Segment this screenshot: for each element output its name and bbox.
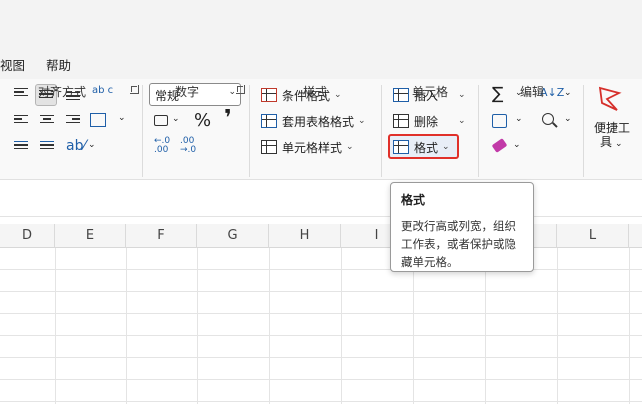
- align-center-icon[interactable]: [40, 115, 54, 127]
- alignment-group-label: 对齐方式: [38, 85, 87, 99]
- separator: [249, 85, 250, 177]
- menu-help[interactable]: 帮助: [46, 55, 71, 74]
- currency-icon[interactable]: [154, 115, 168, 126]
- styles-group-label: 样式: [303, 85, 328, 99]
- merge-center-icon[interactable]: [90, 113, 106, 127]
- formula-bar[interactable]: [0, 181, 642, 217]
- decrease-indent-icon[interactable]: [14, 141, 28, 153]
- currency-dropdown-icon[interactable]: ⌄: [172, 114, 180, 124]
- conditional-format-button[interactable]: 条件格式 ⌄: [261, 84, 342, 106]
- cells-group-label: 单元格: [412, 85, 449, 99]
- format-as-table-button[interactable]: 套用表格格式 ⌄: [261, 110, 366, 132]
- comma-style-icon[interactable]: ❜: [224, 106, 232, 131]
- merge-dropdown-icon[interactable]: ⌄: [118, 113, 126, 123]
- format-button[interactable]: 格式 ⌄: [393, 136, 450, 158]
- column-header-l[interactable]: L: [557, 224, 629, 248]
- chevron-down-icon: ⌄: [458, 116, 466, 126]
- find-dropdown-icon[interactable]: ⌄: [564, 114, 572, 124]
- delete-button[interactable]: 删除 ⌄: [393, 110, 466, 132]
- tooltip-line-1: 更改行高或列宽，组织: [401, 219, 516, 233]
- chevron-down-icon: ⌄: [458, 90, 466, 100]
- number-launcher-icon[interactable]: [236, 85, 245, 94]
- chevron-down-icon: ⌄: [358, 116, 366, 126]
- column-header-h[interactable]: H: [269, 224, 341, 248]
- column-headers: D E F G H I J K L: [0, 224, 642, 248]
- orientation-icon[interactable]: ab⁄: [66, 138, 86, 154]
- fill-dropdown-icon[interactable]: ⌄: [515, 114, 523, 124]
- chevron-down-icon: ⌄: [228, 87, 236, 97]
- alignment-launcher-icon[interactable]: [130, 85, 139, 94]
- delete-icon: [393, 114, 409, 128]
- format-tooltip: 格式 更改行高或列宽，组织 工作表，或者保护或隐 藏单元格。: [390, 182, 534, 272]
- separator: [478, 85, 479, 177]
- tooltip-line-2: 工作表，或者保护或隐: [401, 237, 516, 251]
- decrease-decimal-icon[interactable]: .00 →.0: [180, 137, 196, 155]
- conditional-format-icon: [261, 88, 277, 102]
- table-format-icon: [261, 114, 277, 128]
- align-top-icon[interactable]: [14, 88, 28, 100]
- tooltip-title: 格式: [401, 193, 426, 207]
- orientation-dropdown-icon[interactable]: ⌄: [88, 140, 96, 150]
- cell-styles-icon: [261, 140, 277, 154]
- align-right-icon[interactable]: [66, 115, 80, 127]
- column-header-g[interactable]: G: [197, 224, 269, 248]
- tooltip-line-3: 藏单元格。: [401, 255, 459, 269]
- separator: [583, 85, 584, 177]
- column-header-e[interactable]: E: [55, 224, 126, 248]
- column-header-d[interactable]: D: [0, 224, 55, 248]
- separator: [381, 85, 382, 177]
- sort-dropdown-icon[interactable]: ⌄: [564, 88, 572, 98]
- column-header-f[interactable]: F: [126, 224, 197, 248]
- number-group-label: 数字: [175, 85, 200, 99]
- menu-bar: 视图 帮助: [0, 0, 642, 79]
- editing-group-label: 编辑: [520, 85, 545, 99]
- fill-icon[interactable]: [492, 114, 507, 128]
- chevron-down-icon: ⌄: [346, 142, 354, 152]
- chevron-down-icon: ⌄: [442, 142, 450, 152]
- format-icon: [393, 140, 409, 154]
- menu-view[interactable]: 视图: [0, 55, 25, 74]
- autosum-icon[interactable]: ∑: [492, 84, 503, 104]
- cell-styles-button[interactable]: 单元格样式 ⌄: [261, 136, 354, 158]
- wrap-text-icon[interactable]: ab c: [92, 86, 113, 96]
- clear-dropdown-icon[interactable]: ⌄: [513, 140, 521, 150]
- cell-grid[interactable]: [0, 248, 642, 404]
- quick-tools-label-2: 具 ⌄: [600, 135, 623, 149]
- percent-icon[interactable]: %: [194, 110, 211, 131]
- chevron-down-icon: ⌄: [334, 90, 342, 100]
- quick-tools-icon: [598, 86, 622, 111]
- insert-icon: [393, 88, 409, 102]
- increase-decimal-icon[interactable]: ←.0.00: [154, 137, 170, 155]
- increase-indent-icon[interactable]: [40, 141, 54, 153]
- align-left-icon[interactable]: [14, 115, 28, 127]
- separator: [142, 85, 143, 177]
